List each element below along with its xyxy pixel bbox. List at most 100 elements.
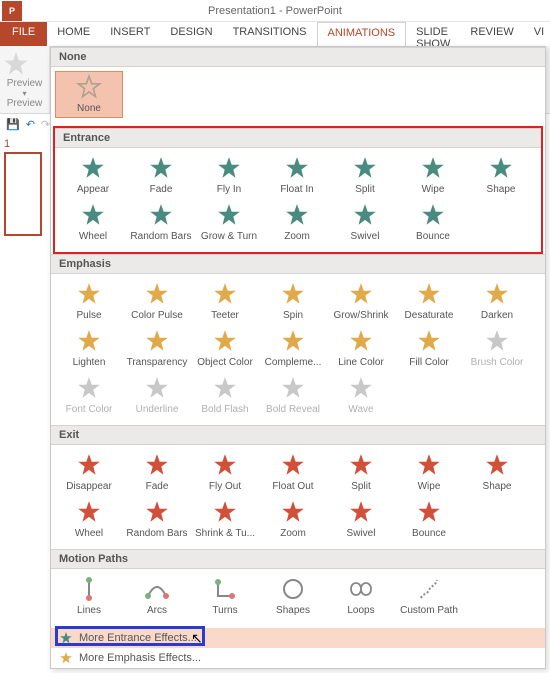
effect-split[interactable]: Split <box>327 449 395 496</box>
effect-fade[interactable]: Fade <box>123 449 191 496</box>
effect-fly-out[interactable]: Fly Out <box>191 449 259 496</box>
effect-appear[interactable]: Appear <box>59 152 127 199</box>
effect-label: Bold Reveal <box>259 404 327 415</box>
mouse-cursor-icon: ↖ <box>191 630 203 647</box>
tab-animations[interactable]: ANIMATIONS <box>317 22 407 46</box>
effect-bold-flash[interactable]: Bold Flash <box>191 372 259 419</box>
effect-none[interactable]: None <box>55 71 123 118</box>
more-emphasis-effects[interactable]: More Emphasis Effects... <box>51 648 545 668</box>
effect-wheel[interactable]: Wheel <box>55 496 123 543</box>
effect-teeter[interactable]: Teeter <box>191 278 259 325</box>
preview-group[interactable]: Preview ▾ Preview <box>0 46 50 113</box>
effect-transparency[interactable]: Transparency <box>123 325 191 372</box>
effect-label: Loops <box>327 605 395 616</box>
effect-brush-color[interactable]: Brush Color <box>463 325 531 372</box>
effect-zoom[interactable]: Zoom <box>263 199 331 246</box>
effect-custom-path[interactable]: Custom Path <box>395 573 463 620</box>
effect-star-icon <box>415 498 443 526</box>
effect-line-color[interactable]: Line Color <box>327 325 395 372</box>
effect-fade[interactable]: Fade <box>127 152 195 199</box>
effect-label: Fly Out <box>191 481 259 492</box>
effect-shape[interactable]: Shape <box>463 449 531 496</box>
effect-zoom[interactable]: Zoom <box>259 496 327 543</box>
tab-slideshow[interactable]: SLIDE SHOW <box>406 22 460 46</box>
save-icon[interactable]: 💾 <box>6 118 20 131</box>
redo-icon[interactable]: ↷ <box>41 118 50 131</box>
star-icon <box>59 631 73 645</box>
effect-wipe[interactable]: Wipe <box>395 449 463 496</box>
effect-float-out[interactable]: Float Out <box>259 449 327 496</box>
effect-star-icon <box>279 451 307 479</box>
effect-disappear[interactable]: Disappear <box>55 449 123 496</box>
effect-label: Zoom <box>259 528 327 539</box>
effect-lines[interactable]: Lines <box>55 573 123 620</box>
effect-label: Lines <box>55 605 123 616</box>
tab-home[interactable]: HOME <box>47 22 100 46</box>
red-highlight-frame: Entrance AppearFadeFly InFloat InSplitWi… <box>53 126 543 254</box>
star-icon <box>59 651 73 665</box>
effect-bounce[interactable]: Bounce <box>395 496 463 543</box>
effect-turns[interactable]: Turns <box>191 573 259 620</box>
effect-random-bars[interactable]: Random Bars <box>123 496 191 543</box>
effect-bounce[interactable]: Bounce <box>399 199 467 246</box>
tab-insert[interactable]: INSERT <box>100 22 160 46</box>
section-header-motion: Motion Paths <box>51 549 545 569</box>
effect-wave[interactable]: Wave <box>327 372 395 419</box>
effect-float-in[interactable]: Float In <box>263 152 331 199</box>
effect-label: Appear <box>59 184 127 195</box>
effect-label: Float Out <box>259 481 327 492</box>
effect-star-icon <box>143 280 171 308</box>
more-exit-effects[interactable]: More Exit Effects... <box>51 668 545 669</box>
effect-random-bars[interactable]: Random Bars <box>127 199 195 246</box>
effect-fill-color[interactable]: Fill Color <box>395 325 463 372</box>
effect-arcs[interactable]: Arcs <box>123 573 191 620</box>
more-entrance-effects[interactable]: More Entrance Effects... <box>51 628 545 648</box>
effect-desaturate[interactable]: Desaturate <box>395 278 463 325</box>
effect-star-icon <box>143 575 171 603</box>
effect-label: Compleme... <box>259 357 327 368</box>
effect-star-icon <box>415 451 443 479</box>
effect-wheel[interactable]: Wheel <box>59 199 127 246</box>
tab-file[interactable]: FILE <box>0 22 47 46</box>
effect-star-icon <box>483 451 511 479</box>
effect-bold-reveal[interactable]: Bold Reveal <box>259 372 327 419</box>
effect-spin[interactable]: Spin <box>259 278 327 325</box>
effect-label: Zoom <box>263 231 331 242</box>
effect-pulse[interactable]: Pulse <box>55 278 123 325</box>
effect-label: Fill Color <box>395 357 463 368</box>
tab-design[interactable]: DESIGN <box>160 22 222 46</box>
title-bar: P Presentation1 - PowerPoint <box>0 0 550 22</box>
effect-star-icon <box>279 498 307 526</box>
tab-transitions[interactable]: TRANSITIONS <box>223 22 317 46</box>
effect-wipe[interactable]: Wipe <box>399 152 467 199</box>
effect-label: Wave <box>327 404 395 415</box>
slide-thumbnail[interactable] <box>4 152 42 236</box>
more-entrance-label: More Entrance Effects... <box>79 632 197 644</box>
effect-loops[interactable]: Loops <box>327 573 395 620</box>
effect-font-color[interactable]: Font Color <box>55 372 123 419</box>
effect-shapes[interactable]: Shapes <box>259 573 327 620</box>
effect-star-icon <box>351 154 379 182</box>
effect-split[interactable]: Split <box>331 152 399 199</box>
effect-compleme-[interactable]: Compleme... <box>259 325 327 372</box>
effect-darken[interactable]: Darken <box>463 278 531 325</box>
effect-lighten[interactable]: Lighten <box>55 325 123 372</box>
effect-grow-shrink[interactable]: Grow/Shrink <box>327 278 395 325</box>
effect-underline[interactable]: Underline <box>123 372 191 419</box>
effect-fly-in[interactable]: Fly In <box>195 152 263 199</box>
effect-shrink-tu-[interactable]: Shrink & Tu... <box>191 496 259 543</box>
effect-shape[interactable]: Shape <box>467 152 535 199</box>
tab-view[interactable]: VI <box>524 22 550 46</box>
effect-grow-turn[interactable]: Grow & Turn <box>195 199 263 246</box>
undo-icon[interactable]: ↶ <box>26 118 35 131</box>
effect-label: Lighten <box>55 357 123 368</box>
effect-star-icon <box>347 575 375 603</box>
tab-review[interactable]: REVIEW <box>460 22 523 46</box>
effect-label: Grow & Turn <box>195 231 263 242</box>
preview-star-icon <box>2 50 30 78</box>
effect-swivel[interactable]: Swivel <box>331 199 399 246</box>
effect-color-pulse[interactable]: Color Pulse <box>123 278 191 325</box>
effect-swivel[interactable]: Swivel <box>327 496 395 543</box>
effect-object-color[interactable]: Object Color <box>191 325 259 372</box>
section-header-exit: Exit <box>51 425 545 445</box>
